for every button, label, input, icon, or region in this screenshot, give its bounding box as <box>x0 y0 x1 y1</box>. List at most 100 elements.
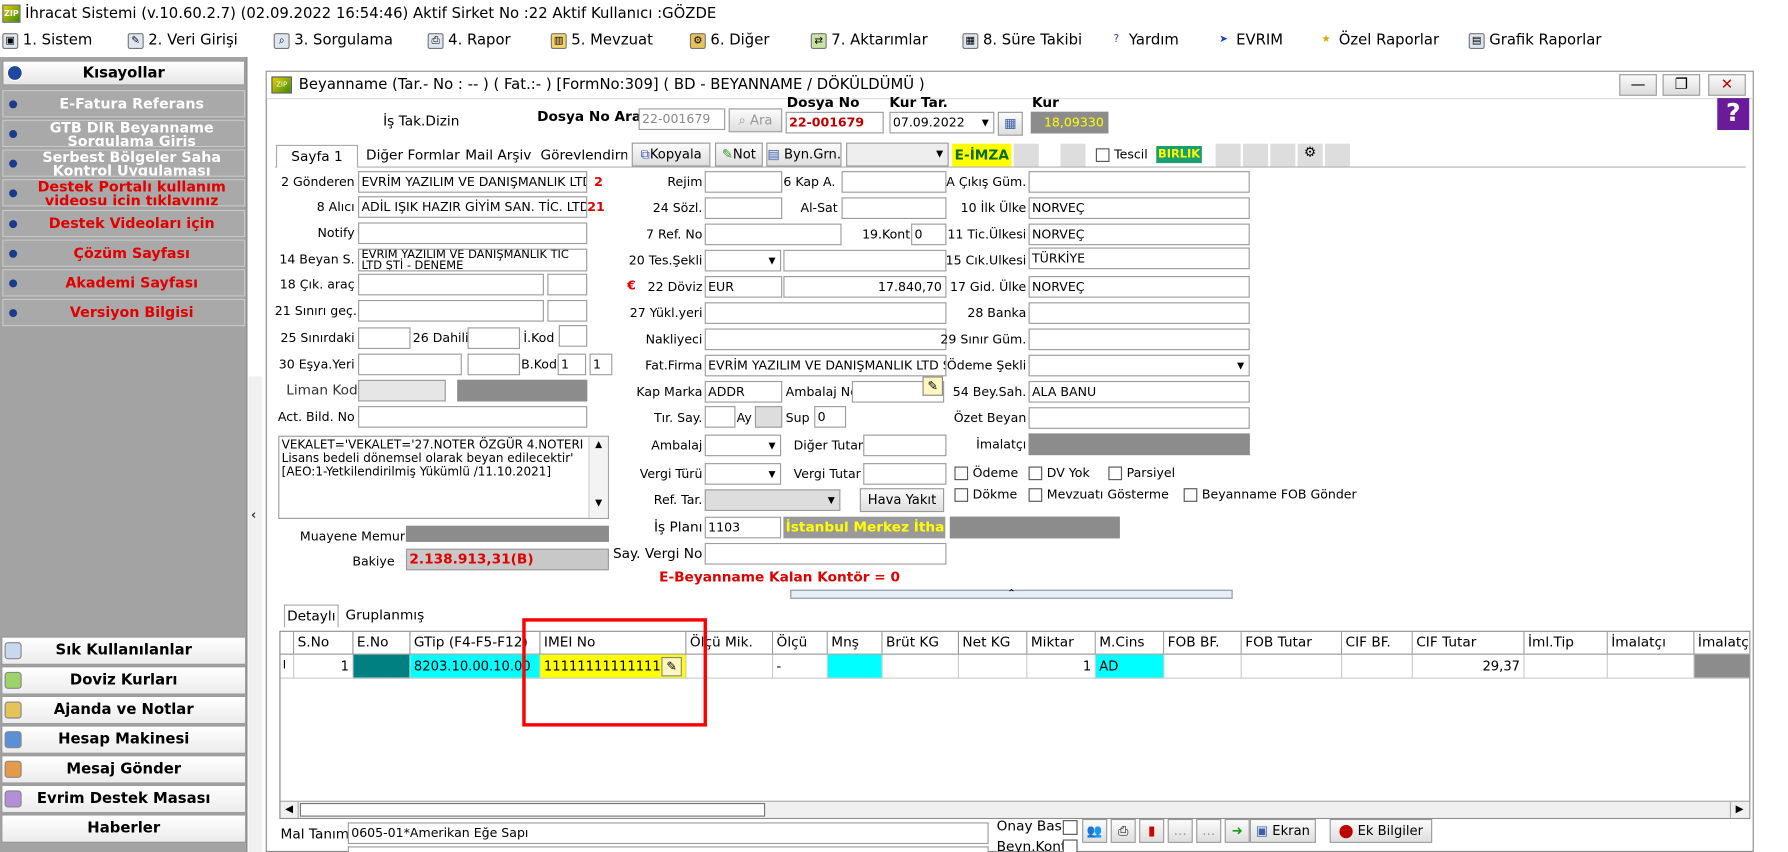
cell-mns[interactable] <box>827 654 883 679</box>
sidebar-destek-masasi[interactable]: Evrim Destek Masası <box>1 784 247 814</box>
toolbar-blank-button-3[interactable] <box>1215 143 1241 167</box>
blank-icon-2[interactable]: … <box>1196 818 1222 843</box>
panel-splitter-icon[interactable]: ⌃ <box>790 589 1233 599</box>
toolbar-blank-button-6[interactable] <box>1325 143 1351 167</box>
cik-ulkesi-input[interactable]: TÜRKİYE <box>1028 247 1250 270</box>
col-imalatci[interactable]: İmalatçı <box>1607 631 1695 655</box>
vergi-tutar-input[interactable] <box>863 463 947 485</box>
ay-input[interactable] <box>754 406 783 428</box>
cikis-gum-input[interactable] <box>1028 171 1250 193</box>
minimize-button[interactable]: — <box>1619 74 1657 96</box>
toolbar-blank-button-5[interactable] <box>1270 143 1296 167</box>
sidebar-ajanda[interactable]: Ajanda ve Notlar <box>1 695 247 725</box>
vergi-turu-select[interactable]: ▼ <box>704 463 782 485</box>
sidebar-doviz-kurlari[interactable]: Doviz Kurları <box>1 666 247 695</box>
cell-brut[interactable] <box>882 654 959 679</box>
cell-gtip[interactable]: 8203.10.00.10.00 <box>410 654 541 679</box>
cell-cif-tutar[interactable]: 29,37 <box>1412 654 1525 679</box>
dosya-no-input[interactable]: 22-001679 <box>785 111 884 134</box>
mevzuati-gosterme-checkbox[interactable] <box>1028 488 1043 502</box>
sidebar-haberler[interactable]: Haberler <box>1 814 247 843</box>
collapse-arrow-icon[interactable]: ‹ <box>251 506 256 522</box>
say-vergi-input[interactable] <box>704 542 947 565</box>
ekran-button[interactable]: ▣ Ekran <box>1249 818 1316 843</box>
rejim-input[interactable] <box>704 171 783 193</box>
yukl-yeri-input[interactable] <box>704 302 947 324</box>
tools-icon[interactable]: ⚙ <box>1297 143 1323 167</box>
scroll-left-icon[interactable]: ◀ <box>281 801 299 818</box>
col-net[interactable]: Net KG <box>958 631 1028 655</box>
close-button[interactable]: ✕ <box>1708 74 1746 96</box>
toolbar-blank-button-4[interactable] <box>1242 143 1269 167</box>
fat-firma-input[interactable]: EVRİM YAZILIM VE DANIŞMANLIK LTD ŞTİ <box>704 354 947 377</box>
birlik-badge[interactable]: BIRLIK <box>1156 145 1202 164</box>
dropdown-arrow-icon[interactable]: ▼ <box>977 113 993 132</box>
tab-detayli[interactable]: Detaylı <box>283 604 339 628</box>
menu-aktarimlar[interactable]: ⇄ 7. Aktarımlar <box>810 32 928 49</box>
mal-tanimi-input-2[interactable] <box>347 846 989 852</box>
sinirdaki-input[interactable] <box>358 327 411 350</box>
bkod-input-2[interactable]: 1 <box>589 353 613 376</box>
sinir-gec-code[interactable] <box>547 299 588 322</box>
menu-yardim[interactable]: ? Yardım <box>1108 32 1179 49</box>
doviz-tutar-input[interactable]: 17.840,70 <box>783 276 947 298</box>
sidebar-item-destek-videolari[interactable]: Destek Videoları için tıklayınız <box>2 209 246 238</box>
go-icon[interactable]: ➜ <box>1224 818 1250 843</box>
cell-olcu[interactable]: - <box>773 654 828 679</box>
grid-horizontal-scrollbar[interactable]: ◀ ▶ <box>280 800 1750 818</box>
col-brut[interactable]: Brüt KG <box>882 631 959 655</box>
kap-marka-input[interactable]: ADDR <box>704 380 783 403</box>
notes-scrollbar[interactable]: ▲ ▼ <box>588 436 608 518</box>
sidebar-mesaj-gonder[interactable]: Mesaj Gönder <box>1 755 247 784</box>
tir-say-input[interactable] <box>704 406 736 428</box>
scroll-thumb[interactable] <box>299 802 766 817</box>
notify-input[interactable] <box>358 222 588 245</box>
sidebar-item-efatura[interactable]: E-Fatura Referans Sorgulama <box>2 90 246 118</box>
col-iml-tip[interactable]: İml.Tip <box>1524 631 1608 655</box>
tab-mail-arsiv[interactable]: Mail Arşiv <box>465 145 531 168</box>
tab-diger-formlar[interactable]: Diğer Formlar <box>366 145 460 168</box>
cell-iml-tip[interactable] <box>1524 654 1608 679</box>
tab-gruplanmis[interactable]: Gruplanmış <box>346 605 425 628</box>
delete-icon[interactable]: ▮ <box>1139 818 1165 843</box>
kap-a-input[interactable] <box>841 171 947 193</box>
cell-fob-tutar[interactable] <box>1241 654 1343 679</box>
mal-tanimi-input[interactable]: 0605-01*Amerikan Eğe Sapı <box>347 822 989 845</box>
menu-diger[interactable]: ⚙ 6. Diğer <box>689 32 769 49</box>
menu-evrim[interactable]: ➤ EVRIM <box>1216 32 1283 49</box>
hava-yakit-button[interactable]: Hava Yakıt <box>859 488 945 513</box>
ozet-beyan-input[interactable] <box>1028 407 1250 429</box>
tescil-checkbox[interactable] <box>1095 148 1110 162</box>
col-cif-bf[interactable]: CIF BF. <box>1342 631 1413 655</box>
ambalaj-select[interactable]: ▼ <box>704 434 782 457</box>
tab-gorevlendirme[interactable]: Görevlendirme <box>541 145 628 168</box>
kopyala-button[interactable]: ⧉Kopyala <box>631 142 711 167</box>
sidebar-header[interactable]: Kısayollar <box>2 60 246 86</box>
gid-ulke-input[interactable]: NORVEÇ <box>1028 276 1250 298</box>
sidebar-item-destek-portali[interactable]: Destek Portalı kullanım videosu için tık… <box>2 179 246 207</box>
kur-tar-input[interactable]: 07.09.2022 ▼ <box>889 111 995 134</box>
menu-sistem[interactable]: ▣ 1. Sistem <box>2 32 92 49</box>
beyn-kont-checkbox[interactable] <box>1062 839 1078 852</box>
tes-sekli-name[interactable] <box>783 249 947 272</box>
scroll-up-icon[interactable]: ▲ <box>590 439 608 449</box>
alici-input[interactable]: ADİL IŞIK HAZIR GİYİM SAN. TİC. LTD. ŞTİ… <box>358 196 588 218</box>
sidebar-item-serbest-bolgeler[interactable]: Serbest Bölgeler Saha Kontrol Uygulaması <box>2 149 246 177</box>
bkod-input-1[interactable]: 1 <box>557 353 587 376</box>
doviz-input[interactable]: EUR <box>704 276 783 298</box>
ilk-ulke-input[interactable]: NORVEÇ <box>1028 197 1250 219</box>
beyan-input[interactable]: EVRİM YAZILIM VE DANIŞMANLIK TİC LTD ŞTİ… <box>358 248 588 272</box>
esya-yeri-code[interactable] <box>467 353 520 376</box>
sidebar-item-versiyon[interactable]: Versiyon Bilgisi <box>2 298 246 327</box>
toolbar-blank-button[interactable] <box>1013 143 1039 167</box>
dosya-no-ara-input[interactable]: 22-001679 <box>638 108 726 131</box>
cell-miktar[interactable]: 1 <box>1027 654 1096 679</box>
diger-tutar-input[interactable] <box>863 434 947 457</box>
cik-arac-code[interactable] <box>547 273 588 296</box>
ek-bilgiler-button[interactable]: ⬤ Ek Bilgiler <box>1329 818 1433 843</box>
parsiyel-checkbox[interactable] <box>1108 466 1123 481</box>
not-button[interactable]: ✎Not <box>714 142 763 167</box>
tes-sekli-select[interactable]: ▼ <box>704 249 782 272</box>
banka-input[interactable] <box>1028 302 1250 324</box>
calendar-button[interactable]: ▦ <box>997 111 1023 136</box>
